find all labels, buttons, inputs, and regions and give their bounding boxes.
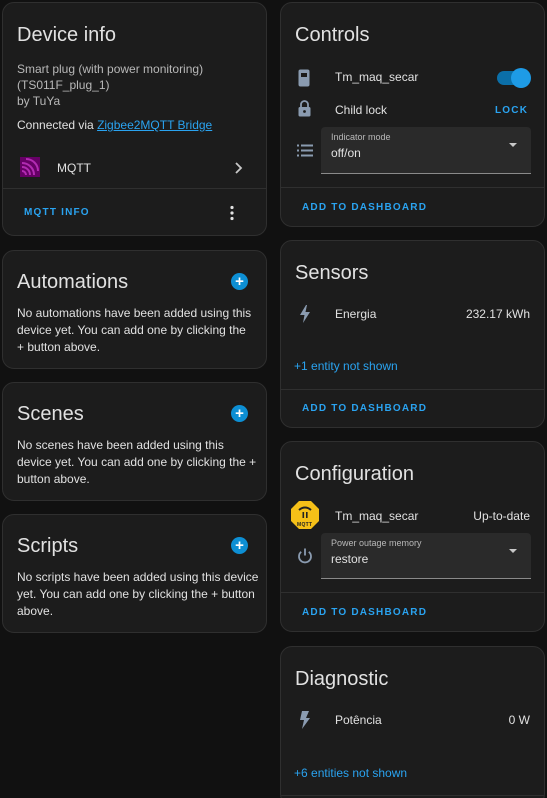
flash-icon: [300, 711, 310, 729]
power-socket-icon: [298, 69, 310, 87]
sensors-divider: [281, 389, 544, 390]
device-model-line2: (TS011F_plug_1): [17, 78, 110, 92]
sensors-card: Sensors Energia 232.17 kWh +1 entity not…: [280, 240, 545, 428]
connected-via-prefix: Connected via: [17, 118, 98, 132]
energy-label: Energia: [335, 307, 377, 321]
firmware-badge: MQTT: [297, 522, 313, 528]
format-list-icon: [297, 144, 313, 157]
power-outage-memory-value: restore: [331, 552, 369, 566]
chevron-right-icon: [235, 162, 243, 174]
add-automation-button[interactable]: +: [231, 273, 248, 290]
mqtt-info-button[interactable]: MQTT INFO: [24, 207, 90, 218]
sensors-title: Sensors: [295, 262, 369, 284]
power-outage-memory-select[interactable]: Power outage memory restore: [321, 533, 531, 579]
configuration-card: Configuration MQTT Tm_maq_secar Up-to-da…: [280, 441, 545, 632]
lightning-bolt-icon: [300, 305, 310, 323]
indicator-mode-value: off/on: [331, 146, 361, 160]
dropdown-arrow-icon: [509, 143, 517, 147]
mqtt-integration-label: MQTT: [57, 161, 91, 175]
device-model-line1: Smart plug (with power monitoring): [17, 62, 204, 76]
sensors-hidden-entities-link[interactable]: +1 entity not shown: [294, 359, 398, 373]
configuration-title: Configuration: [295, 463, 414, 485]
scripts-description: No scripts have been added using this de…: [17, 570, 259, 618]
device-manufacturer: by TuYa: [17, 94, 61, 108]
diagnostic-divider: [281, 795, 544, 796]
power-value: 0 W: [508, 713, 530, 727]
power-icon: [298, 548, 312, 564]
device-info-divider: [3, 188, 266, 189]
controls-divider: [281, 187, 544, 188]
power-label: Potência: [335, 713, 382, 727]
scenes-description: No scenes have been added using this dev…: [17, 438, 257, 486]
add-scene-button[interactable]: +: [231, 405, 248, 422]
diagnostic-card: Diagnostic Potência 0 W +6 entities not …: [280, 646, 545, 798]
energy-value: 232.17 kWh: [465, 307, 530, 321]
zigbee2mqtt-bridge-link[interactable]: Zigbee2MQTT Bridge: [97, 118, 212, 132]
firmware-status: Up-to-date: [473, 509, 530, 523]
switch-toggle-knob: [511, 68, 531, 88]
power-outage-memory-label: Power outage memory: [331, 538, 422, 548]
configuration-divider: [281, 592, 544, 593]
automations-card: Automations + No automations have been a…: [2, 250, 267, 369]
scenes-card: Scenes + No scenes have been added using…: [2, 382, 267, 501]
scripts-card: Scripts + No scripts have been added usi…: [2, 514, 267, 633]
switch-toggle[interactable]: [497, 68, 531, 88]
configuration-add-to-dashboard-button[interactable]: ADD TO DASHBOARD: [302, 607, 427, 618]
automations-title: Automations: [17, 271, 129, 293]
add-script-button[interactable]: +: [231, 537, 248, 554]
connected-via: Connected via Zigbee2MQTT Bridge: [17, 117, 212, 134]
child-lock-button[interactable]: LOCK: [495, 105, 528, 116]
diagnostic-title: Diagnostic: [295, 668, 389, 690]
mqtt-icon: [20, 157, 40, 177]
sensors-add-to-dashboard-button[interactable]: ADD TO DASHBOARD: [302, 403, 427, 414]
scenes-title: Scenes: [17, 403, 84, 425]
scripts-title: Scripts: [17, 535, 79, 557]
controls-card: Controls Tm_maq_secar Child lock LOCK In…: [280, 2, 545, 227]
device-info-card: Device info Smart plug (with power monit…: [2, 2, 267, 236]
switch-label: Tm_maq_secar: [335, 70, 419, 84]
more-vertical-icon[interactable]: [229, 205, 235, 221]
mqtt-integration-row[interactable]: MQTT: [3, 151, 266, 185]
child-lock-label: Child lock: [335, 103, 388, 117]
device-info-title: Device info: [17, 24, 116, 46]
automations-description: No automations have been added using thi…: [17, 306, 252, 354]
lock-icon: [298, 100, 311, 117]
dropdown-arrow-icon: [509, 549, 517, 553]
controls-title: Controls: [295, 24, 370, 46]
diagnostic-hidden-entities-link[interactable]: +6 entities not shown: [294, 766, 407, 780]
indicator-mode-label: Indicator mode: [331, 132, 391, 142]
firmware-label: Tm_maq_secar: [335, 509, 419, 523]
controls-add-to-dashboard-button[interactable]: ADD TO DASHBOARD: [302, 202, 427, 213]
indicator-mode-select[interactable]: Indicator mode off/on: [321, 127, 531, 174]
